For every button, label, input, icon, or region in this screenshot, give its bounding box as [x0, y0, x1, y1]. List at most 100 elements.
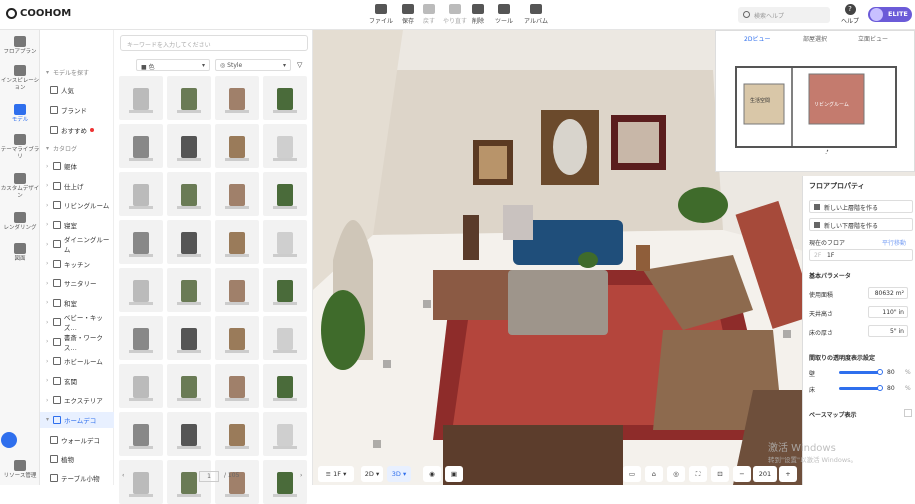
catalog-item[interactable]: › エクステリア: [46, 392, 114, 408]
tools-button[interactable]: ツール: [489, 4, 519, 25]
wall-slider-knob[interactable]: [877, 369, 883, 375]
floor-value-field[interactable]: 2F 1F: [809, 249, 913, 261]
product-tile[interactable]: [215, 76, 259, 120]
tab-room-select[interactable]: 部屋選択: [803, 34, 827, 43]
prev-page-icon[interactable]: ‹: [122, 472, 124, 479]
color-filter-select[interactable]: ■ 色 ▾: [136, 59, 210, 71]
floor-select[interactable]: ≡ 1F ▾: [318, 466, 354, 482]
file-menu-button[interactable]: ファイル: [366, 4, 396, 25]
rail-custom-design[interactable]: カスタムデザイン: [0, 173, 40, 200]
explore-recommended[interactable]: おすすめ: [50, 122, 118, 138]
catalog-item[interactable]: › ホビールーム: [46, 353, 114, 369]
product-tile[interactable]: [263, 268, 307, 312]
add-upper-floor-button[interactable]: 新しい上層階を作る: [809, 200, 913, 213]
fit-view-icon[interactable]: ⊡: [711, 466, 729, 482]
product-tile[interactable]: [263, 124, 307, 168]
product-tile[interactable]: [167, 316, 211, 360]
product-tile[interactable]: [263, 364, 307, 408]
product-tile[interactable]: [167, 220, 211, 264]
thickness-input[interactable]: 5" in: [868, 325, 908, 337]
rail-inspiration[interactable]: インスピレーション: [0, 65, 40, 92]
layers-icon[interactable]: ▣: [445, 466, 463, 482]
area-input[interactable]: 80632 m²: [868, 287, 908, 299]
product-tile[interactable]: [119, 412, 163, 456]
help-button[interactable]: ? ヘルプ: [840, 4, 860, 25]
basic-params-header[interactable]: 基本パラメータ: [809, 271, 912, 280]
product-tile[interactable]: [263, 172, 307, 216]
keyword-search-input[interactable]: キーワードを入力してください: [120, 35, 308, 51]
floor-slider-knob[interactable]: [877, 385, 883, 391]
product-tile[interactable]: [167, 124, 211, 168]
zoom-in-button[interactable]: +: [779, 466, 797, 482]
view-3d-toggle[interactable]: 3D ▾: [387, 466, 411, 482]
explore-popular[interactable]: 人気: [50, 82, 118, 98]
product-tile[interactable]: [215, 316, 259, 360]
coohom-logo[interactable]: COOHOM: [6, 8, 71, 19]
catalog-item[interactable]: › サニタリー: [46, 275, 114, 291]
product-tile[interactable]: [167, 364, 211, 408]
tab-elevation-view[interactable]: 立面ビュー: [858, 34, 888, 43]
explore-header[interactable]: ▾ モデルを探す: [46, 64, 114, 80]
product-tile[interactable]: [119, 364, 163, 408]
catalog-item[interactable]: › 書斎・ワークス…: [46, 334, 114, 352]
wall-slider[interactable]: [839, 371, 879, 374]
product-tile[interactable]: [215, 124, 259, 168]
add-lower-floor-button[interactable]: 新しい下層階を作る: [809, 218, 913, 231]
next-page-icon[interactable]: ›: [300, 472, 302, 479]
catalog-subitem[interactable]: ウォールデコ: [50, 432, 118, 448]
user-avatar-elite[interactable]: ELITE: [868, 7, 912, 22]
product-tile[interactable]: [215, 412, 259, 456]
product-tile[interactable]: [119, 268, 163, 312]
product-tile[interactable]: [119, 220, 163, 264]
catalog-subitem[interactable]: 植物: [50, 451, 118, 467]
style-filter-select[interactable]: ◎ Style ▾: [215, 59, 291, 71]
rail-rendering[interactable]: レンダリング: [0, 212, 40, 232]
filter-icon[interactable]: ▽: [297, 61, 302, 69]
catalog-item[interactable]: › 玄関: [46, 373, 114, 389]
camera-view-icon[interactable]: ⌂: [645, 466, 663, 482]
catalog-header[interactable]: ▾ カタログ: [46, 140, 114, 156]
catalog-item[interactable]: › キッチン: [46, 256, 114, 272]
product-tile[interactable]: [167, 412, 211, 456]
product-tile[interactable]: [167, 172, 211, 216]
wall-value[interactable]: 80: [887, 369, 895, 376]
catalog-subitem[interactable]: テーブル小物: [50, 470, 118, 486]
eye-icon[interactable]: ◉: [423, 466, 441, 482]
basemap-toggle[interactable]: ベースマップ表示: [809, 409, 912, 419]
product-tile[interactable]: [263, 220, 307, 264]
explore-brand[interactable]: ブランド: [50, 102, 118, 118]
transparency-header[interactable]: 間取りの透明度表示設定: [809, 353, 912, 362]
product-tile[interactable]: [119, 172, 163, 216]
rail-resource[interactable]: リソース管理: [0, 460, 40, 480]
page-input[interactable]: 1: [199, 471, 219, 482]
rail-drawing[interactable]: 図面: [0, 243, 40, 263]
product-tile[interactable]: [215, 220, 259, 264]
image-icon[interactable]: ▭: [623, 466, 641, 482]
product-tile[interactable]: [119, 76, 163, 120]
product-tile[interactable]: [215, 364, 259, 408]
catalog-item[interactable]: › 躯体: [46, 158, 114, 174]
product-tile[interactable]: [263, 412, 307, 456]
floor-slider[interactable]: [839, 387, 879, 390]
product-tile[interactable]: [263, 76, 307, 120]
album-button[interactable]: アルバム: [521, 4, 551, 25]
product-tile[interactable]: [167, 76, 211, 120]
product-tile[interactable]: [167, 268, 211, 312]
help-search-input[interactable]: 検索ヘルプ: [738, 7, 830, 23]
ceiling-input[interactable]: 110" in: [868, 306, 908, 318]
product-tile[interactable]: [215, 268, 259, 312]
catalog-item[interactable]: › リビングルーム: [46, 197, 114, 213]
catalog-item[interactable]: ▾ ホームデコ: [40, 411, 114, 428]
fullscreen-icon[interactable]: ⛶: [689, 466, 707, 482]
chat-bubble-icon[interactable]: [1, 432, 17, 448]
translate-link[interactable]: 平行移動: [882, 238, 906, 247]
catalog-item[interactable]: › ダイニングルーム: [46, 236, 114, 254]
catalog-item[interactable]: › 仕上げ: [46, 178, 114, 194]
zoom-out-button[interactable]: −: [733, 466, 751, 482]
product-tile[interactable]: [263, 316, 307, 360]
product-tile[interactable]: [215, 172, 259, 216]
product-tile[interactable]: [119, 124, 163, 168]
basemap-checkbox[interactable]: [904, 409, 912, 417]
rail-model[interactable]: モデル: [0, 104, 40, 124]
rail-floorplan[interactable]: フロアプラン: [0, 36, 40, 56]
